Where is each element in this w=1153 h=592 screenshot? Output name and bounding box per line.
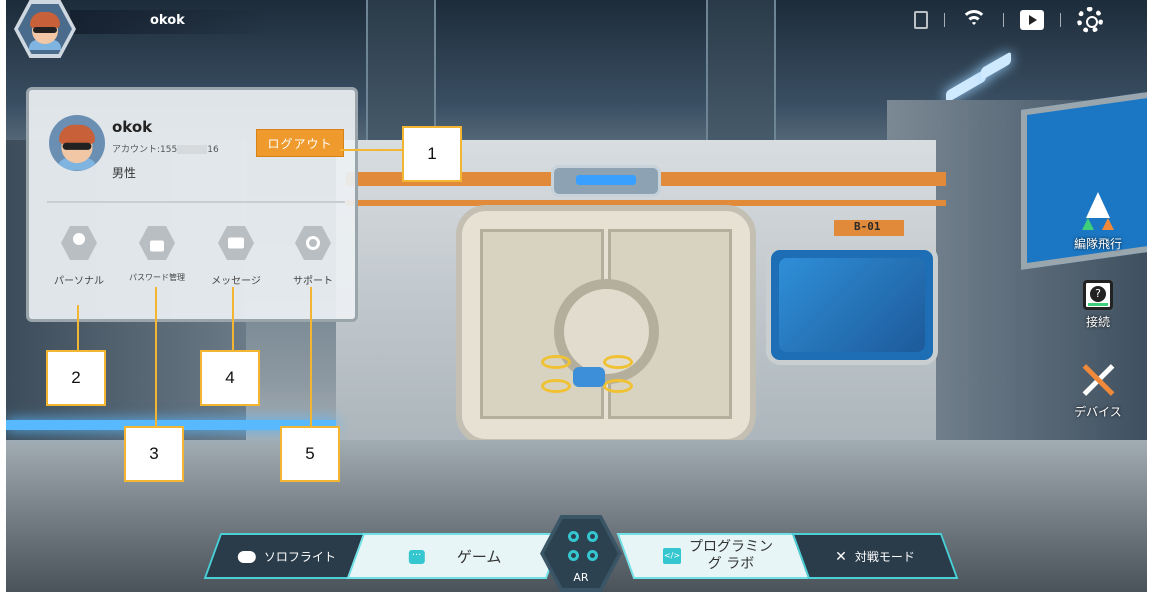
bottom-nav: ソロフライト ゲーム AR </> プログラミング ラボ ✕対戦モード (0, 515, 1153, 592)
drone-icon (568, 531, 598, 561)
menu-password[interactable]: パスワード管理 (117, 226, 197, 283)
profile-panel: okok アカウント:155 16 男性 ログアウト パーソナル パスワード管理 … (26, 87, 358, 322)
callout-3: 3 (124, 426, 184, 482)
callout-line-5 (310, 287, 312, 427)
device-button[interactable]: デバイス (1063, 360, 1133, 420)
callout-line-3 (155, 287, 157, 427)
username-strip: okok (70, 10, 270, 34)
callout-5: 5 (280, 426, 340, 482)
headset-icon (295, 226, 331, 260)
formation-icon (1078, 190, 1118, 232)
help-icon: ? (1083, 280, 1113, 310)
person-icon (61, 226, 97, 260)
wall-monitor (766, 245, 938, 365)
top-bar: okok (0, 0, 1153, 58)
connect-button[interactable]: ? 接続 (1063, 280, 1133, 330)
tab-game[interactable]: ゲーム (346, 533, 564, 579)
wifi-icon (961, 10, 987, 30)
tab-programming-lab[interactable]: </> プログラミング ラボ (616, 533, 819, 579)
crossed-swords-icon: ✕ (835, 548, 847, 564)
gamepad-icon (237, 550, 256, 562)
hangar-door (456, 205, 756, 445)
tab-solo-flight[interactable]: ソロフライト (203, 533, 371, 579)
bay-sign: B-01 (834, 220, 904, 236)
avatar-icon (53, 120, 101, 171)
callout-1: 1 (402, 126, 462, 182)
settings-icon[interactable] (1077, 7, 1103, 33)
door-indicator (551, 165, 661, 197)
drone-model (541, 355, 636, 395)
code-icon: </> (662, 548, 681, 564)
username-label: okok (150, 13, 185, 28)
tab-battle-mode[interactable]: ✕ 対戦モード (791, 533, 959, 579)
profile-gender: 男性 (112, 166, 137, 180)
menu-support[interactable]: サポート (273, 226, 353, 287)
profile-account: アカウント:155 16 (112, 145, 219, 155)
callout-line-4 (232, 287, 234, 350)
mail-icon (218, 226, 254, 260)
divider (47, 201, 345, 203)
play-icon[interactable] (1020, 10, 1044, 30)
avatar-icon (25, 8, 65, 50)
callout-line-1 (340, 149, 402, 151)
callout-2: 2 (46, 350, 106, 406)
lock-icon (139, 226, 175, 260)
menu-messages[interactable]: メッセージ (196, 226, 276, 287)
logout-button[interactable]: ログアウト (256, 129, 344, 157)
menu-personal[interactable]: パーソナル (39, 226, 119, 287)
tools-icon (1078, 360, 1118, 400)
device-icon (914, 11, 928, 29)
callout-line-2 (77, 305, 79, 350)
profile-avatar (49, 115, 105, 171)
status-icons (914, 6, 1103, 34)
ar-button[interactable]: AR (540, 515, 622, 592)
chat-icon (408, 549, 425, 563)
callout-4: 4 (200, 350, 260, 406)
profile-name: okok (112, 118, 153, 136)
formation-flight-button[interactable]: 編隊飛行 (1063, 190, 1133, 252)
